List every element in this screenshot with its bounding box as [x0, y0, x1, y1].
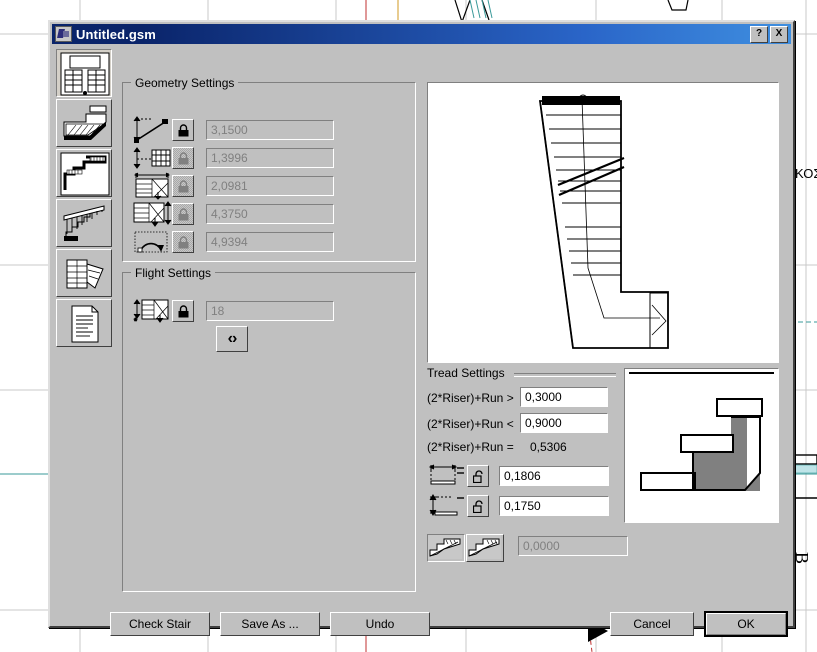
sidebar-item-section-view[interactable]	[56, 99, 112, 147]
lock-button-disabled[interactable]	[172, 231, 194, 253]
undo-button[interactable]: Undo	[330, 612, 430, 636]
riser-dimension-icon	[427, 492, 467, 520]
bg-label-right: ΚΟΣ	[795, 166, 817, 181]
formula-min-field[interactable]: 0,3000	[520, 387, 608, 407]
flight-count-field[interactable]: 18	[206, 301, 334, 321]
lock-button-unlocked[interactable]	[467, 465, 489, 487]
stair-plan-drawing	[428, 83, 778, 362]
document-list-icon	[61, 303, 109, 345]
sidebar-tabs	[56, 49, 114, 349]
tread-nosing-a-button[interactable]	[427, 534, 465, 562]
lock-open-icon	[472, 499, 483, 513]
stair-length-icon	[132, 200, 172, 228]
geometry-row: 4,3750	[132, 200, 334, 228]
geometry-row: 2,0981	[132, 172, 334, 200]
tread-nosing-a-icon	[428, 535, 462, 559]
stair-tread-detail-preview	[624, 368, 779, 523]
formula-result-value: 0,5306	[530, 440, 567, 454]
lock-button-disabled[interactable]	[172, 147, 194, 169]
stair-rotation-icon	[132, 228, 172, 256]
geometry-settings-title: Geometry Settings	[131, 76, 239, 90]
flight-settings-title: Flight Settings	[131, 266, 216, 280]
formula-max-field[interactable]: 0,9000	[520, 413, 608, 433]
sidebar-item-railing[interactable]	[56, 199, 112, 247]
lock-closed-icon	[178, 235, 188, 248]
window-title: Untitled.gsm	[76, 26, 156, 42]
lock-button-disabled[interactable]	[172, 175, 194, 197]
run-value-field[interactable]: 0,1806	[499, 466, 609, 486]
tread-dimension-row: 0,1806	[427, 462, 609, 490]
geometry-value-field[interactable]: 2,0981	[206, 176, 334, 196]
lock-button-disabled[interactable]	[172, 203, 194, 225]
stair-section-icon	[61, 103, 109, 145]
stair-railing-icon	[61, 203, 109, 245]
stair-tool-icon	[55, 26, 72, 42]
lock-closed-icon	[178, 304, 188, 317]
stair-tread-icon	[61, 253, 109, 295]
stair-detail-drawing	[625, 369, 778, 522]
tread-nosing-b-button[interactable]	[466, 534, 504, 562]
ok-button[interactable]: OK	[704, 611, 788, 637]
geometry-value-field[interactable]: 4,3750	[206, 204, 334, 224]
formula-label-min: (2*Riser)+Run >	[427, 391, 514, 405]
title-bar[interactable]: Untitled.gsm ? X	[52, 24, 791, 44]
flight-stepper-button[interactable]: ‹›	[216, 326, 248, 352]
geometry-row: 4,9394	[132, 228, 334, 256]
lock-button-unlocked[interactable]	[467, 495, 489, 517]
check-stair-button[interactable]: Check Stair	[110, 612, 210, 636]
lock-closed-icon	[178, 179, 188, 192]
geometry-value-field[interactable]: 4,9394	[206, 232, 334, 252]
lock-closed-icon	[178, 207, 188, 220]
geometry-row: 1,3996	[132, 144, 334, 172]
geometry-value-field[interactable]: 1,3996	[206, 148, 334, 168]
tread-nosing-b-icon	[467, 535, 501, 559]
cancel-button[interactable]: Cancel	[610, 612, 694, 636]
sidebar-item-tread-detail[interactable]	[56, 249, 112, 297]
stair-height-icon	[132, 116, 172, 144]
tread-settings-title: Tread Settings	[427, 366, 505, 380]
geometry-value-field[interactable]: 3,1500	[206, 120, 334, 140]
lock-button-locked[interactable]	[172, 300, 194, 322]
flight-row: * 18	[132, 297, 334, 325]
stair-structure-icon	[60, 152, 110, 196]
run-dimension-icon	[427, 462, 467, 490]
ok-button-label: OK	[706, 613, 786, 635]
sidebar-item-listing[interactable]	[56, 299, 112, 347]
lock-button-locked[interactable]	[172, 119, 194, 141]
close-button[interactable]: X	[770, 25, 788, 43]
riser-value-field[interactable]: 0,1750	[499, 496, 609, 516]
lock-closed-icon	[178, 151, 188, 164]
tread-settings-divider	[514, 373, 616, 377]
sidebar-item-plan-view[interactable]	[56, 49, 112, 97]
geometry-row: 3,1500	[132, 116, 334, 144]
stair-settings-dialog: Untitled.gsm ? X Geometry Settings 3,150…	[48, 20, 795, 637]
lock-closed-icon	[178, 123, 188, 136]
help-button[interactable]: ?	[750, 25, 768, 43]
save-as-button[interactable]: Save As ...	[220, 612, 320, 636]
stair-plan-icon	[60, 52, 110, 96]
tread-dimension-row: 0,1750	[427, 492, 609, 520]
stair-riser-count-icon	[132, 144, 172, 172]
lock-open-icon	[472, 469, 483, 483]
formula-label-max: (2*Riser)+Run <	[427, 417, 514, 431]
bg-label-corner: B	[792, 552, 812, 564]
nosing-value-field[interactable]: 0,0000	[518, 536, 628, 556]
stair-width-icon	[132, 172, 172, 200]
sidebar-item-structure[interactable]	[56, 149, 112, 197]
svg-text:*: *	[134, 317, 137, 325]
flight-count-icon: *	[132, 297, 172, 325]
stair-plan-preview	[427, 82, 779, 363]
formula-label-result: (2*Riser)+Run =	[427, 440, 514, 454]
